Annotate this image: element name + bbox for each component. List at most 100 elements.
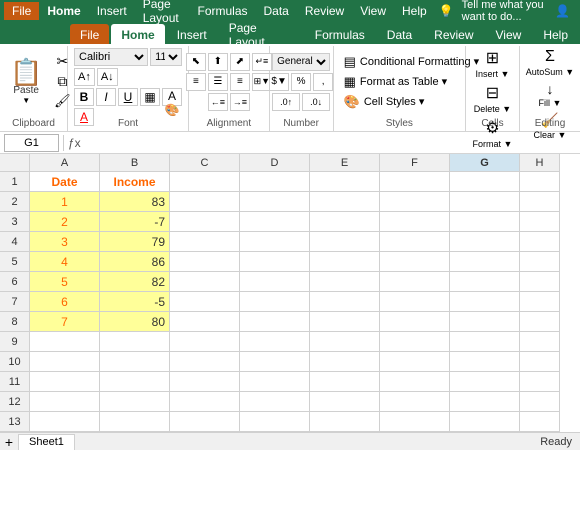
table-row[interactable]: 80	[100, 312, 170, 332]
table-row[interactable]	[380, 292, 450, 312]
menu-data[interactable]: Data	[256, 2, 297, 20]
table-row[interactable]	[30, 392, 100, 412]
table-row[interactable]	[170, 352, 240, 372]
table-row[interactable]	[450, 172, 520, 192]
table-row[interactable]	[380, 252, 450, 272]
row-header[interactable]: 12	[0, 392, 30, 412]
table-row[interactable]	[30, 352, 100, 372]
table-row[interactable]	[170, 232, 240, 252]
table-row[interactable]	[240, 372, 310, 392]
font-increase-button[interactable]: A↑	[74, 68, 95, 86]
fill-button[interactable]: ↓ Fill ▼	[539, 81, 562, 108]
italic-button[interactable]: I	[96, 88, 116, 106]
align-top-right-button[interactable]: ⬈	[230, 53, 250, 71]
underline-button[interactable]: U	[118, 88, 138, 106]
table-row[interactable]	[100, 332, 170, 352]
table-row[interactable]	[380, 372, 450, 392]
comma-button[interactable]: ,	[313, 73, 333, 91]
table-row[interactable]	[520, 272, 560, 292]
font-size-select[interactable]: 11	[150, 48, 182, 66]
align-right-button[interactable]: ≡	[230, 73, 250, 91]
table-row[interactable]	[240, 352, 310, 372]
table-row[interactable]	[170, 212, 240, 232]
table-row[interactable]: 1	[30, 192, 100, 212]
paste-button[interactable]: 📋 Paste ▼	[4, 48, 48, 115]
table-row[interactable]	[520, 292, 560, 312]
table-row[interactable]	[520, 352, 560, 372]
format-as-table-button[interactable]: ▦ Format as Table ▾	[340, 73, 459, 91]
menu-page-layout[interactable]: Page Layout	[135, 0, 190, 27]
table-row[interactable]	[170, 172, 240, 192]
table-row[interactable]	[100, 392, 170, 412]
table-row[interactable]	[310, 392, 380, 412]
row-header[interactable]: 8	[0, 312, 30, 332]
tab-insert[interactable]: Insert	[167, 24, 217, 44]
table-row[interactable]	[380, 352, 450, 372]
bold-button[interactable]: B	[74, 88, 94, 106]
table-row[interactable]	[380, 412, 450, 432]
table-row[interactable]	[310, 212, 380, 232]
table-row[interactable]	[520, 252, 560, 272]
table-row[interactable]: Date	[30, 172, 100, 192]
table-row[interactable]: Income	[100, 172, 170, 192]
table-row[interactable]	[310, 372, 380, 392]
table-row[interactable]	[310, 172, 380, 192]
delete-cells-button[interactable]: ⊟ Delete ▼	[474, 83, 511, 114]
tab-view[interactable]: View	[486, 24, 532, 44]
table-row[interactable]	[240, 332, 310, 352]
menu-home[interactable]: Home	[39, 2, 88, 20]
font-name-select[interactable]: Calibri	[74, 48, 148, 66]
table-row[interactable]	[170, 392, 240, 412]
insert-cells-button[interactable]: ⊞ Insert ▼	[476, 48, 510, 79]
table-row[interactable]: 86	[100, 252, 170, 272]
tab-formulas[interactable]: Formulas	[305, 24, 375, 44]
table-row[interactable]	[100, 372, 170, 392]
table-row[interactable]	[100, 352, 170, 372]
table-row[interactable]	[520, 412, 560, 432]
table-row[interactable]	[520, 172, 560, 192]
menu-review[interactable]: Review	[297, 2, 352, 20]
table-row[interactable]	[380, 312, 450, 332]
table-row[interactable]	[310, 272, 380, 292]
table-row[interactable]	[170, 252, 240, 272]
table-row[interactable]: 79	[100, 232, 170, 252]
table-row[interactable]	[520, 392, 560, 412]
table-row[interactable]	[450, 312, 520, 332]
table-row[interactable]: 5	[30, 272, 100, 292]
col-header-f[interactable]: F	[380, 154, 450, 172]
row-header[interactable]: 13	[0, 412, 30, 432]
menu-formulas[interactable]: Formulas	[189, 2, 255, 20]
menu-file[interactable]: File	[4, 2, 39, 20]
tab-page-layout[interactable]: Page Layout	[219, 24, 303, 44]
table-row[interactable]	[310, 232, 380, 252]
fill-color-button[interactable]: A🎨	[162, 88, 182, 106]
table-row[interactable]	[380, 172, 450, 192]
table-row[interactable]	[310, 332, 380, 352]
table-row[interactable]	[380, 212, 450, 232]
row-header[interactable]: 10	[0, 352, 30, 372]
table-row[interactable]	[520, 192, 560, 212]
percent-button[interactable]: %	[291, 73, 311, 91]
table-row[interactable]	[310, 192, 380, 212]
table-row[interactable]	[450, 372, 520, 392]
number-format-select[interactable]: General	[272, 53, 330, 71]
table-row[interactable]: -7	[100, 212, 170, 232]
align-left-button[interactable]: ≡	[186, 73, 206, 91]
table-row[interactable]	[450, 272, 520, 292]
row-header[interactable]: 5	[0, 252, 30, 272]
row-header[interactable]: 4	[0, 232, 30, 252]
row-header[interactable]: 3	[0, 212, 30, 232]
table-row[interactable]	[170, 192, 240, 212]
table-row[interactable]	[450, 232, 520, 252]
table-row[interactable]: 4	[30, 252, 100, 272]
table-row[interactable]	[30, 412, 100, 432]
table-row[interactable]	[310, 312, 380, 332]
table-row[interactable]	[240, 172, 310, 192]
table-row[interactable]	[310, 252, 380, 272]
menu-insert[interactable]: Insert	[89, 2, 135, 20]
table-row[interactable]	[240, 192, 310, 212]
col-header-a[interactable]: A	[30, 154, 100, 172]
table-row[interactable]: 2	[30, 212, 100, 232]
table-row[interactable]	[170, 372, 240, 392]
table-row[interactable]	[240, 232, 310, 252]
